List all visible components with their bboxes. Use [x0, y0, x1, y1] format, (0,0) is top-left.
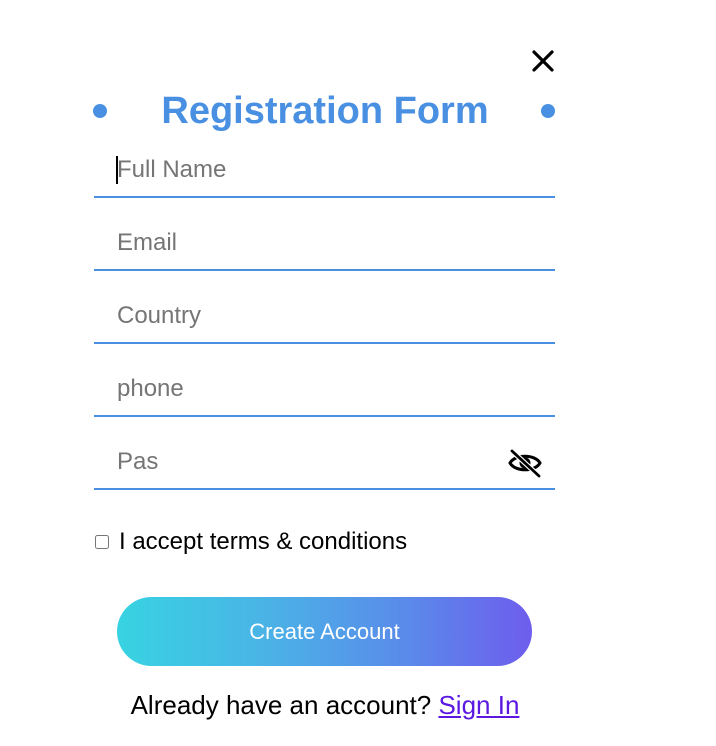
phone-input[interactable] — [117, 365, 517, 413]
terms-checkbox[interactable] — [95, 535, 109, 549]
email-field-wrapper — [94, 219, 555, 271]
close-icon[interactable] — [529, 47, 557, 75]
create-account-button[interactable]: Create Account — [117, 597, 532, 666]
country-field-wrapper — [94, 292, 555, 344]
signin-prompt-row: Already have an account? Sign In — [0, 690, 650, 721]
email-input[interactable] — [117, 219, 517, 267]
terms-row[interactable]: I accept terms & conditions — [94, 526, 407, 558]
text-cursor — [116, 156, 118, 184]
signin-prompt-text: Already have an account? — [130, 690, 432, 720]
password-input[interactable] — [117, 438, 517, 486]
terms-label: I accept terms & conditions — [119, 528, 408, 555]
form-title: Registration Form — [161, 90, 489, 132]
password-field-wrapper — [94, 438, 555, 490]
full-name-input[interactable] — [117, 146, 517, 194]
eye-slash-icon[interactable] — [508, 448, 542, 478]
form-header: Registration Form — [92, 88, 558, 136]
sign-in-link[interactable]: Sign In — [438, 690, 519, 720]
country-input[interactable] — [117, 292, 517, 340]
phone-field-wrapper — [94, 365, 555, 417]
registration-page: Registration Form I accept terms & condi… — [0, 0, 716, 746]
full-name-field-wrapper — [94, 146, 555, 198]
decor-dot-right — [541, 104, 555, 118]
